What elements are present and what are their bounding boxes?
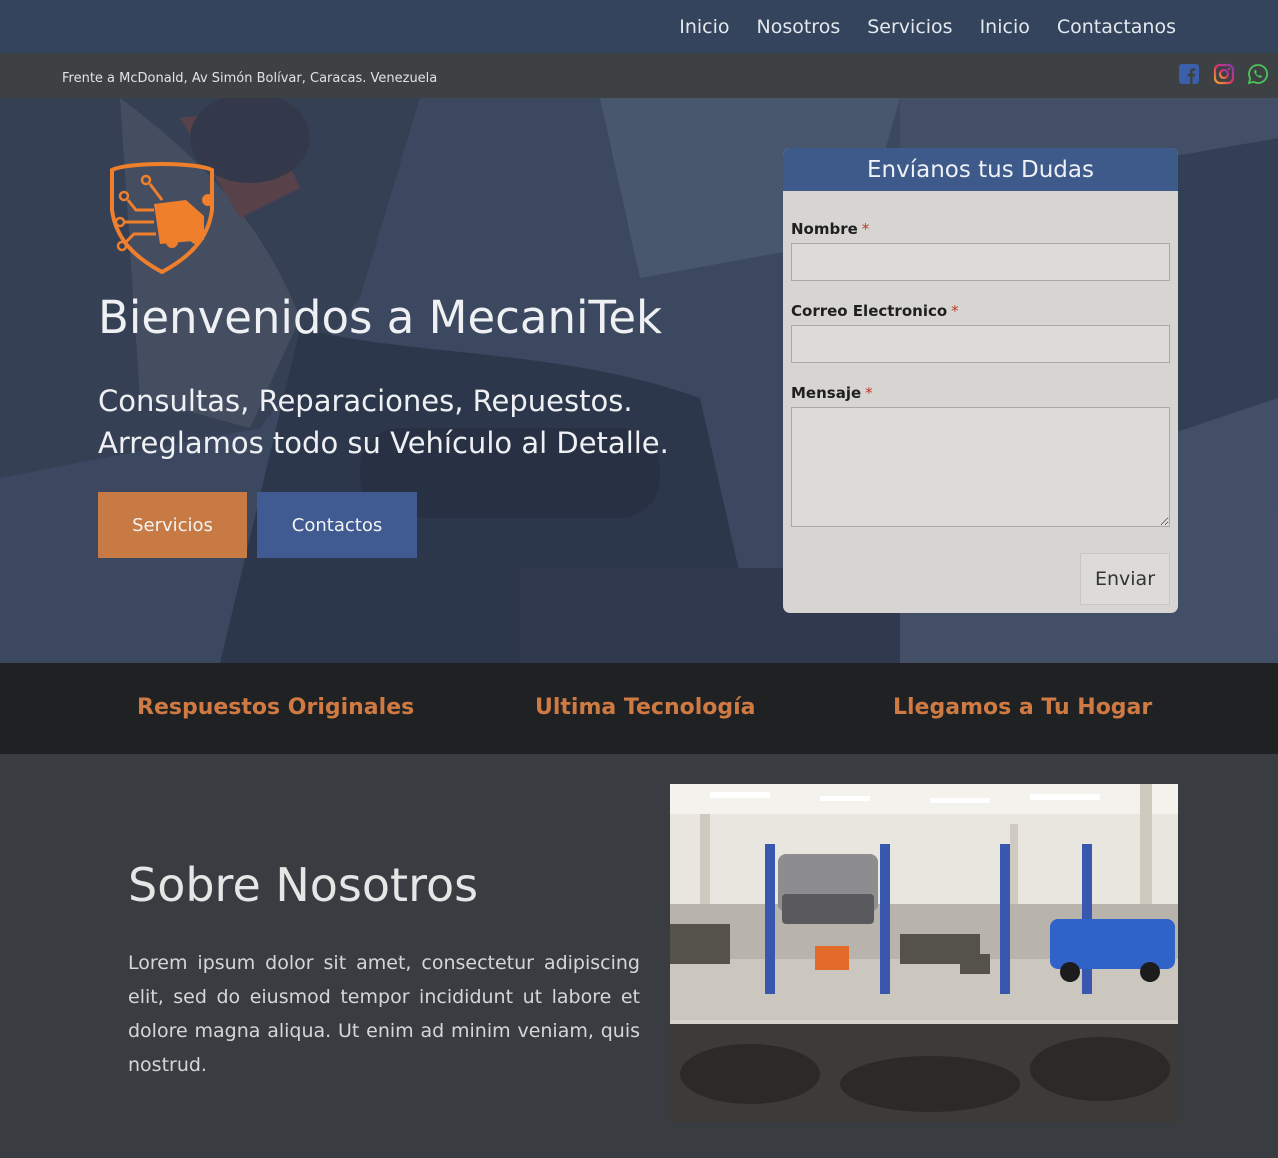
about-title: Sobre Nosotros (128, 858, 479, 912)
contacts-button[interactable]: Contactos (257, 492, 417, 558)
name-label: Nombre * (791, 220, 870, 238)
nav-menu: Inicio Nosotros Servicios Inicio Contact… (652, 0, 1176, 53)
feature-original-parts: Respuestos Originales (137, 695, 415, 720)
nav-item-contactanos[interactable]: Contactanos (1057, 16, 1176, 38)
nav-item-inicio[interactable]: Inicio (679, 16, 729, 38)
message-label: Mensaje * (791, 384, 873, 402)
form-title: Envíanos tus Dudas (783, 148, 1178, 191)
submit-button[interactable]: Enviar (1080, 553, 1170, 605)
name-input[interactable] (791, 243, 1170, 281)
address-text: Frente a McDonald, Av Simón Bolívar, Car… (62, 71, 438, 86)
services-button[interactable]: Servicios (98, 492, 247, 558)
email-label: Correo Electronico * (791, 302, 959, 320)
nav-item-nosotros[interactable]: Nosotros (757, 16, 841, 38)
hero-subtitle: Consultas, Reparaciones, Repuestos. Arre… (98, 384, 669, 460)
top-navigation: Inicio Nosotros Servicios Inicio Contact… (0, 0, 1278, 53)
info-bar: Frente a McDonald, Av Simón Bolívar, Car… (0, 53, 1278, 98)
feature-home-service: Llegamos a Tu Hogar (893, 695, 1153, 720)
mecanitek-logo (110, 162, 214, 275)
nav-item-servicios[interactable]: Servicios (867, 16, 952, 38)
about-text: Lorem ipsum dolor sit amet, consectetur … (128, 952, 640, 1076)
whatsapp-icon[interactable] (1247, 63, 1269, 85)
instagram-icon[interactable] (1213, 63, 1235, 85)
message-textarea[interactable] (791, 407, 1170, 527)
feature-latest-technology: Ultima Tecnología (535, 695, 756, 720)
nav-item-inicio-2[interactable]: Inicio (980, 16, 1030, 38)
features-strip: Respuestos Originales Ultima Tecnología … (0, 663, 1278, 754)
workshop-image (670, 784, 1178, 1122)
facebook-icon[interactable] (1178, 63, 1200, 85)
email-input[interactable] (791, 325, 1170, 363)
contact-form: Envíanos tus Dudas Nombre * Correo Electr… (783, 148, 1178, 613)
hero-title: Bienvenidos a MecaniTek (98, 291, 663, 344)
hero-section: Bienvenidos a MecaniTek Consultas, Repar… (0, 98, 1278, 663)
